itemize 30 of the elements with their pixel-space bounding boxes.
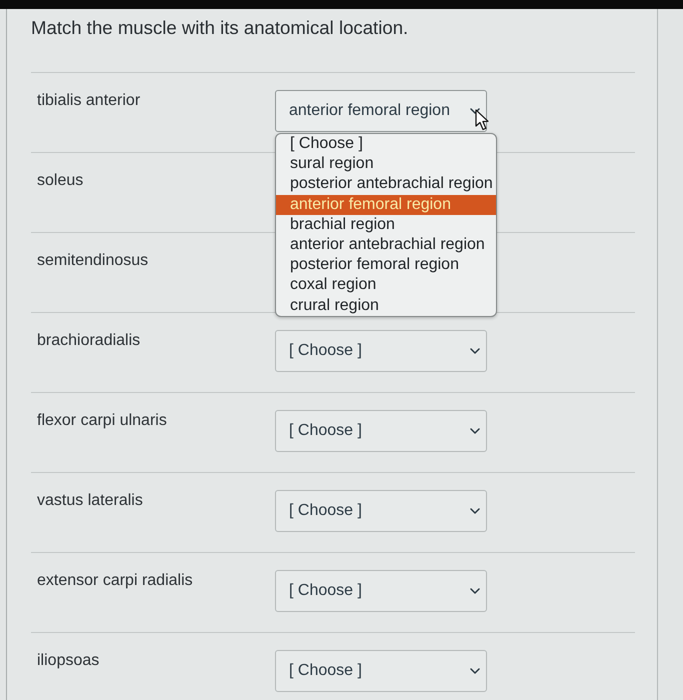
dropdown-select[interactable]: [ Choose ] xyxy=(275,650,487,692)
dropdown-option[interactable]: posterior femoral region xyxy=(276,255,496,276)
muscle-label: tibialis anterior xyxy=(37,92,140,109)
dropdown-select[interactable]: [ Choose ] xyxy=(275,570,487,612)
chevron-down-icon xyxy=(470,428,480,434)
muscle-label: soleus xyxy=(37,172,84,189)
muscle-label: brachioradialis xyxy=(37,332,140,349)
dropdown-select[interactable]: [ Choose ] xyxy=(275,410,487,452)
chevron-down-icon xyxy=(470,508,480,514)
muscle-label: extensor carpi radialis xyxy=(37,572,193,589)
chevron-down-icon xyxy=(470,588,480,594)
chevron-down-icon xyxy=(470,348,480,354)
dropdown-option[interactable]: sural region xyxy=(276,154,496,174)
dropdown-option[interactable]: anterior antebrachial region xyxy=(276,235,496,256)
dropdown-select[interactable]: [ Choose ] xyxy=(275,330,487,372)
muscle-label: vastus lateralis xyxy=(37,492,143,509)
dropdown-option[interactable]: coxal region xyxy=(276,275,496,296)
dropdown-option[interactable]: brachial region xyxy=(276,214,496,236)
chevron-down-icon xyxy=(470,668,480,674)
dropdown-option[interactable]: [ Choose ] xyxy=(276,134,496,154)
mouse-pointer-icon xyxy=(475,109,490,131)
muscle-label: semitendinosus xyxy=(37,252,148,269)
dropdown-option[interactable]: posterior antebrachial region xyxy=(276,174,496,195)
muscle-label: iliopsoas xyxy=(37,652,100,669)
muscle-label: flexor carpi ulnaris xyxy=(37,412,167,429)
chevron-down-icon xyxy=(470,108,480,114)
dropdown-option[interactable]: crural region xyxy=(276,296,496,316)
dropdown-select[interactable]: [ Choose ] xyxy=(275,490,487,532)
question-prompt: Match the muscle with its anatomical location. xyxy=(31,17,408,38)
dropdown-select[interactable]: anterior femoral region xyxy=(275,90,487,132)
